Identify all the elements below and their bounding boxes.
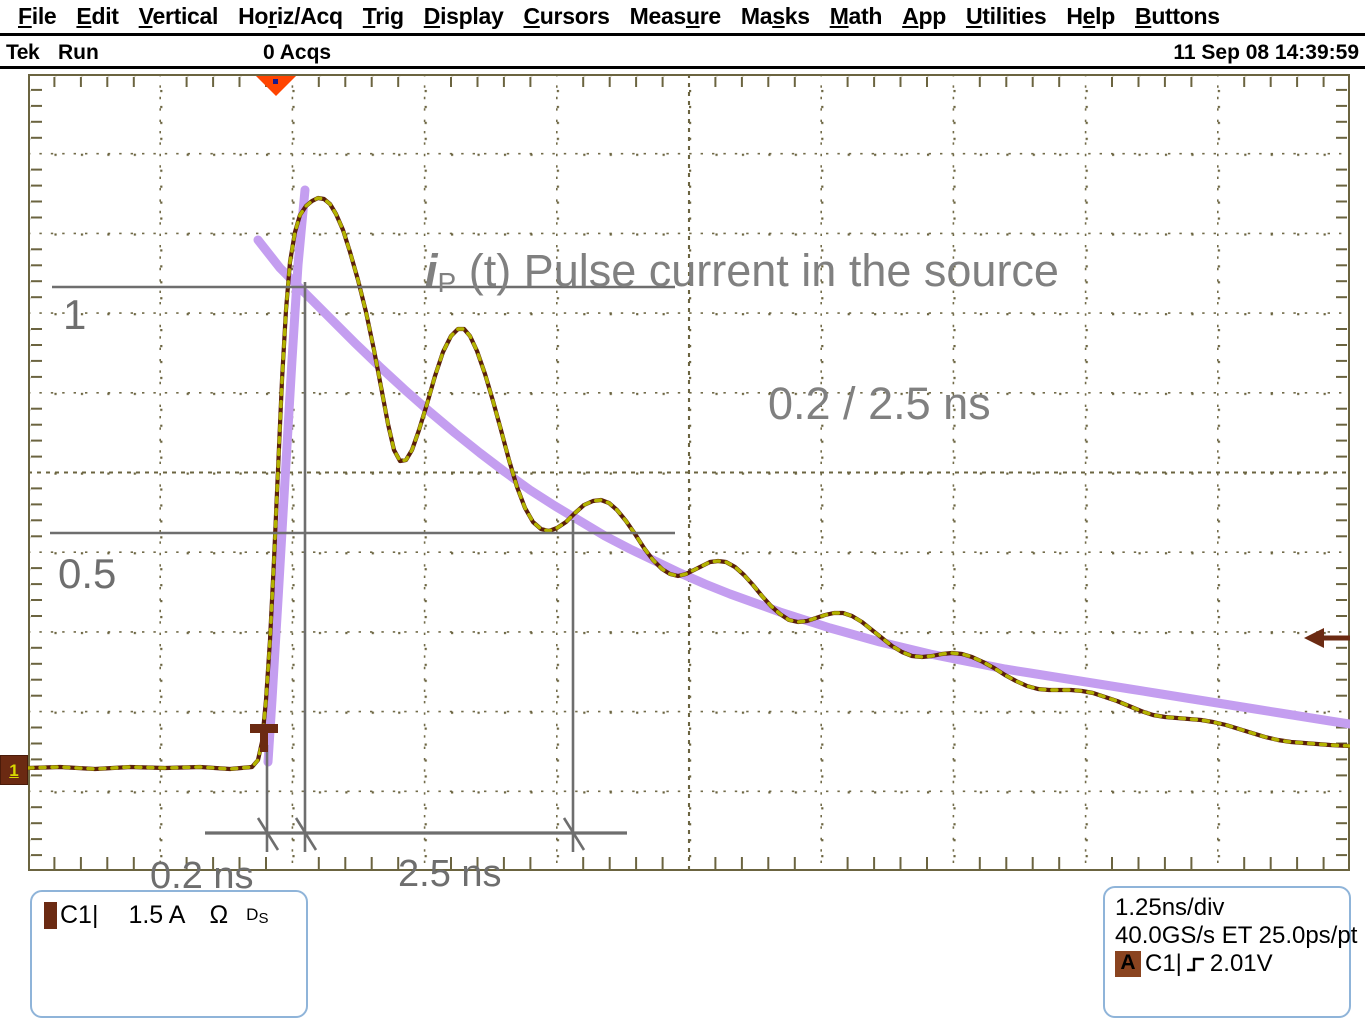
coupling-indicator: DS: [246, 905, 268, 927]
status-bar: Tek Run 0 Acqs 11 Sep 08 14:39:59: [0, 39, 1365, 69]
coupling-d-label: D: [246, 904, 259, 924]
menu-item-math[interactable]: Math: [820, 3, 892, 30]
menu-item-horiz-acq[interactable]: Horiz/Acq: [228, 3, 353, 30]
menu-item-masks[interactable]: Masks: [731, 3, 820, 30]
run-state-label[interactable]: Run: [58, 41, 99, 65]
oscilloscope-screen: File Edit Vertical Horiz/Acq Trig Display Curs…: [0, 0, 1365, 1024]
impedance-symbol: Ω: [209, 901, 229, 929]
menu-item-cursors[interactable]: Cursors: [513, 3, 619, 30]
graticule-svg: [28, 74, 1350, 871]
trigger-badge: A: [1115, 950, 1141, 977]
annotation-fall-time: 2.5 ns: [398, 853, 502, 895]
trigger-readout-row: A C1| 2.01V: [1115, 950, 1339, 978]
trigger-level-value: 2.01V: [1209, 949, 1273, 977]
channel-readout-row: C1| 1.5 A Ω DS: [44, 901, 268, 930]
menu-item-app[interactable]: App: [892, 3, 956, 30]
channel-scale-value: 1.5 A: [128, 901, 186, 929]
menu-item-buttons[interactable]: Buttons: [1125, 3, 1230, 30]
menu-item-utilities[interactable]: Utilities: [956, 3, 1056, 30]
timebase-readout-panel[interactable]: 1.25ns/div 40.0GS/s ET 25.0ps/pt A C1| 2…: [1103, 886, 1358, 1018]
rising-edge-slope-icon: [1186, 957, 1204, 971]
channel-1-ground-marker[interactable]: 1: [0, 755, 28, 785]
annotation-title-subscript: P: [437, 267, 457, 298]
annotation-title-rest: (t) Pulse current in the source: [456, 245, 1059, 296]
trigger-channel-label: C1|: [1145, 949, 1182, 977]
menu-item-help[interactable]: Help: [1056, 3, 1125, 30]
menu-item-edit[interactable]: Edit: [66, 3, 128, 30]
annotation-level-1: 1: [63, 291, 87, 338]
timebase-value: 1.25ns/div: [1115, 894, 1225, 921]
annotation-ratio: 0.2 / 2.5 ns: [768, 378, 991, 429]
menu-bar: File Edit Vertical Horiz/Acq Trig Display Curs…: [0, 0, 1365, 36]
annotation-title-symbol: i: [425, 245, 438, 296]
menu-item-file[interactable]: File: [8, 3, 66, 30]
channel-readout-panel[interactable]: C1| 1.5 A Ω DS: [30, 890, 308, 1018]
annotation-title: iP (t) Pulse current in the source: [425, 248, 1059, 297]
brand-label: Tek: [6, 41, 40, 64]
channel-label: C1|: [60, 901, 99, 929]
menu-item-display[interactable]: Display: [414, 3, 514, 30]
acquisition-count-label: 0 Acqs: [263, 41, 332, 64]
datetime-label: 11 Sep 08 14:39:59: [1173, 41, 1359, 64]
graticule: [28, 74, 1350, 871]
menu-item-vertical[interactable]: Vertical: [129, 3, 228, 30]
waveform-display[interactable]: 1 iP (t) Pulse current in the source 0.2…: [0, 72, 1365, 895]
menu-item-trig[interactable]: Trig: [353, 3, 414, 30]
channel-color-swatch: [44, 902, 57, 929]
coupling-s-label: S: [258, 909, 269, 927]
sample-rate-value: 40.0GS/s ET 25.0ps/pt: [1115, 921, 1358, 949]
menu-item-measure[interactable]: Measure: [620, 3, 731, 30]
annotation-level-half: 0.5: [58, 550, 117, 597]
